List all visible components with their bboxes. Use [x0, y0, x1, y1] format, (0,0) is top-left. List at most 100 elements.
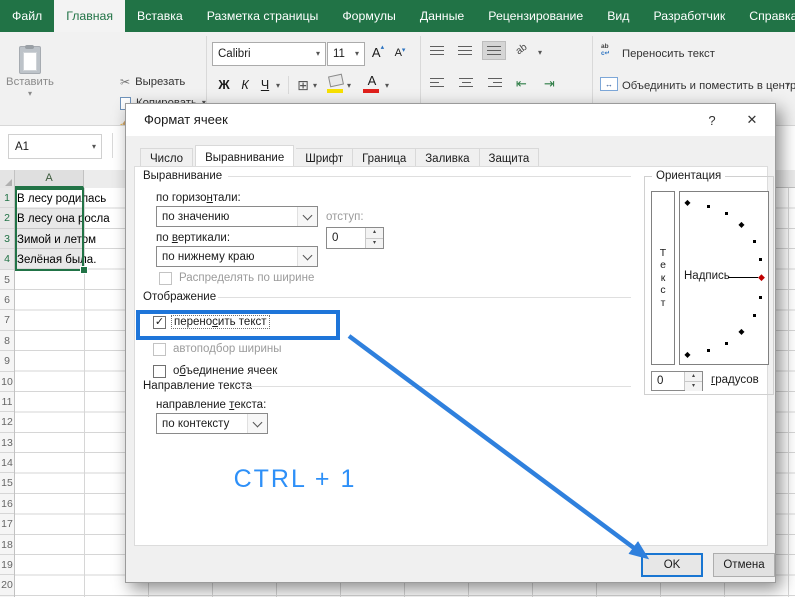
- font-color-icon: А: [368, 73, 377, 88]
- align-right-button[interactable]: [482, 73, 506, 92]
- shrink-font-icon: А: [395, 47, 402, 59]
- chevron-down-icon[interactable]: ▾: [538, 49, 542, 57]
- row-header[interactable]: 2: [0, 208, 14, 228]
- chevron-down-icon[interactable]: ▾: [347, 82, 351, 90]
- italic-button[interactable]: К: [236, 74, 254, 96]
- spin-down-icon[interactable]: ▾: [366, 238, 383, 249]
- dialog-close-button[interactable]: ✕: [737, 108, 767, 132]
- dial-dot: [707, 349, 710, 352]
- dial-dot: [753, 240, 756, 243]
- shrink-font-button[interactable]: А▾: [391, 44, 409, 62]
- grow-font-button[interactable]: А▴: [368, 42, 388, 62]
- row-header[interactable]: 5: [0, 270, 14, 290]
- chevron-down-icon[interactable]: ▾: [276, 82, 280, 90]
- ribbon-tab-page-layout[interactable]: Разметка страницы: [195, 0, 331, 32]
- row-header[interactable]: 17: [0, 514, 14, 534]
- fill-color-bar[interactable]: [327, 89, 343, 93]
- paste-button[interactable]: Вставить ▾: [3, 36, 57, 108]
- font-color-bar[interactable]: [363, 89, 379, 93]
- degrees-spinner[interactable]: 0 ▴▾: [651, 371, 703, 391]
- ribbon-tab-developer[interactable]: Разработчик: [641, 0, 737, 32]
- align-middle-button[interactable]: [454, 41, 478, 60]
- borders-button[interactable]: ⊞: [294, 74, 312, 96]
- grow-font-icon: А: [372, 45, 381, 60]
- row-header[interactable]: 15: [0, 473, 14, 493]
- excel-window: Файл Главная Вставка Разметка страницы Ф…: [0, 0, 795, 597]
- increase-indent-icon[interactable]: ⇥: [544, 77, 555, 90]
- row-header[interactable]: 13: [0, 433, 14, 453]
- bold-button[interactable]: Ж: [214, 74, 234, 96]
- align-top-button[interactable]: [426, 41, 450, 60]
- row-header[interactable]: 16: [0, 494, 14, 514]
- dial-dot: [707, 205, 710, 208]
- justify-distributed-checkbox[interactable]: [159, 272, 172, 285]
- ribbon-tab-review[interactable]: Рецензирование: [476, 0, 595, 32]
- column-header-a[interactable]: A: [15, 170, 84, 188]
- cancel-button[interactable]: Отмена: [713, 553, 775, 577]
- row-header[interactable]: 12: [0, 412, 14, 432]
- row-header[interactable]: 9: [0, 351, 14, 371]
- row-header[interactable]: 3: [0, 229, 14, 249]
- underline-button[interactable]: Ч: [256, 74, 274, 96]
- ribbon-tab-bar: Файл Главная Вставка Разметка страницы Ф…: [0, 0, 795, 32]
- align-center-button[interactable]: [454, 73, 478, 92]
- chevron-down-icon[interactable]: ▾: [313, 82, 317, 90]
- align-left-button[interactable]: [426, 73, 450, 92]
- row-header[interactable]: 1: [0, 188, 14, 208]
- merge-cells-checkbox[interactable]: [153, 365, 166, 378]
- ribbon-tab-help[interactable]: Справка: [737, 0, 795, 32]
- row-header[interactable]: 18: [0, 535, 14, 555]
- chevron-down-icon[interactable]: ▾: [385, 82, 389, 90]
- name-box[interactable]: A1 ▾: [8, 134, 102, 159]
- merge-cells-label: объединение ячеек: [173, 365, 277, 377]
- font-size-select[interactable]: 11 ▾: [327, 42, 365, 66]
- row-header[interactable]: 6: [0, 290, 14, 310]
- fill-handle[interactable]: [80, 266, 88, 274]
- decrease-indent-icon[interactable]: ⇤: [516, 77, 527, 90]
- text-direction-select[interactable]: по контексту: [156, 413, 268, 434]
- ribbon-tab-home[interactable]: Главная: [54, 0, 125, 32]
- select-all-corner[interactable]: [0, 170, 15, 188]
- spin-up-icon[interactable]: ▴: [685, 372, 702, 381]
- scissors-icon: ✂: [120, 76, 130, 88]
- text-orientation-icon[interactable]: ab: [514, 42, 529, 57]
- fill-color-bucket-icon[interactable]: [328, 74, 344, 88]
- spin-down-icon[interactable]: ▾: [685, 381, 702, 391]
- justify-distributed-label: Распределять по ширине: [179, 272, 314, 284]
- shrink-to-fit-checkbox[interactable]: [153, 343, 166, 356]
- underline-icon: Ч: [261, 78, 269, 92]
- dialog-help-button[interactable]: ?: [697, 108, 727, 132]
- indent-spinner[interactable]: 0 ▴▾: [326, 227, 384, 249]
- vertical-align-select[interactable]: по нижнему краю: [156, 246, 318, 267]
- ribbon-tab-file[interactable]: Файл: [0, 0, 54, 32]
- vertical-text-box[interactable]: Т е к с т: [651, 191, 675, 365]
- font-size-value: 11: [328, 48, 350, 60]
- cut-button[interactable]: ✂ Вырезать: [120, 73, 185, 91]
- row-header[interactable]: 8: [0, 331, 14, 351]
- orientation-dial[interactable]: ◆ ◆ ◆ ◆ ◆ Надпись: [679, 191, 769, 365]
- font-family-select[interactable]: Calibri ▾: [212, 42, 326, 66]
- row-header[interactable]: 19: [0, 555, 14, 575]
- row-header[interactable]: 4: [0, 249, 14, 269]
- row-header[interactable]: 20: [0, 575, 14, 595]
- ok-button[interactable]: OK: [641, 553, 703, 577]
- row-header[interactable]: 14: [0, 453, 14, 473]
- row-header[interactable]: 11: [0, 392, 14, 412]
- row-header[interactable]: 7: [0, 310, 14, 330]
- font-color-button[interactable]: А: [364, 72, 380, 88]
- row-header[interactable]: 10: [0, 372, 14, 392]
- align-bottom-button[interactable]: [482, 41, 506, 60]
- merge-center-button[interactable]: Объединить и поместить в центре: [622, 77, 795, 95]
- ribbon-tab-insert[interactable]: Вставка: [125, 0, 195, 32]
- group-separator: [228, 176, 631, 177]
- shortcut-annotation: CTRL + 1: [200, 465, 390, 494]
- spin-up-icon[interactable]: ▴: [366, 228, 383, 238]
- ribbon-tab-data[interactable]: Данные: [408, 0, 476, 32]
- horizontal-align-select[interactable]: по значению: [156, 206, 318, 227]
- cut-label: Вырезать: [135, 76, 185, 88]
- ribbon-tab-view[interactable]: Вид: [595, 0, 641, 32]
- chevron-down-icon[interactable]: ▾: [786, 81, 790, 89]
- ribbon-tab-formulas[interactable]: Формулы: [330, 0, 408, 32]
- indent-value: 0: [327, 228, 365, 248]
- wrap-text-button[interactable]: Переносить текст: [622, 45, 715, 63]
